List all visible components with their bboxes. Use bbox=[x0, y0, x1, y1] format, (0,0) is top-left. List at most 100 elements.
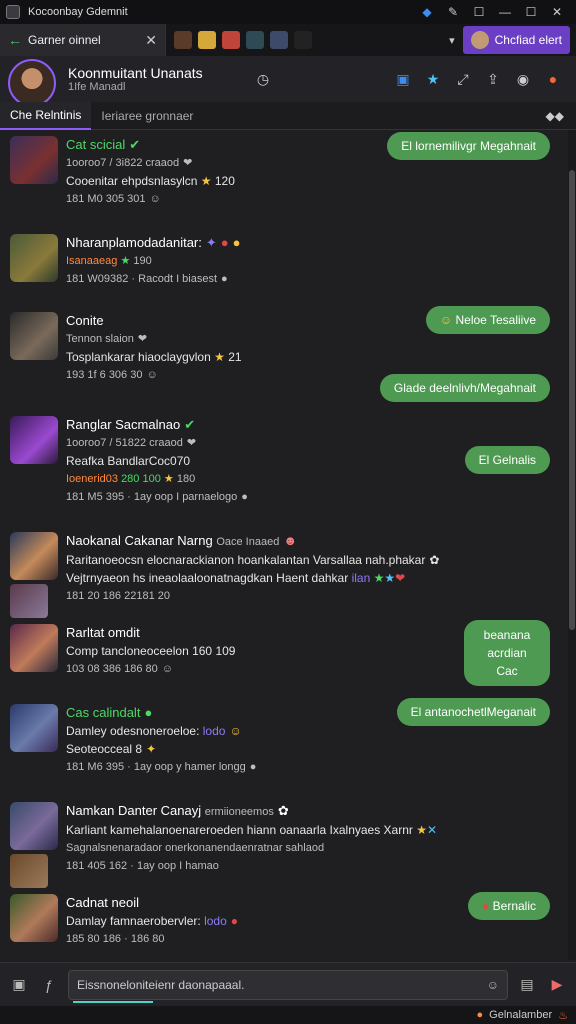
input-focus-underline bbox=[73, 1000, 153, 1003]
header-name: Koonmuitant Unanats bbox=[68, 65, 203, 81]
message-count: 180 bbox=[176, 473, 196, 485]
verified-icon: ● bbox=[144, 705, 153, 720]
emoji-icon: ● bbox=[249, 761, 257, 773]
message-author[interactable]: Cadnat neoil bbox=[66, 895, 139, 910]
star-icon[interactable]: ★ bbox=[418, 64, 448, 94]
avatar[interactable] bbox=[10, 312, 58, 360]
message-text: Seoteocceal 8 bbox=[66, 742, 143, 756]
avatar[interactable] bbox=[10, 416, 58, 464]
message-text: Cooenitar ehpdsnlasylcn bbox=[66, 174, 198, 188]
minimize-button[interactable]: — bbox=[492, 2, 518, 22]
send-icon[interactable]: ▶ bbox=[546, 974, 568, 996]
emoji-icon: ● bbox=[232, 235, 241, 250]
reply-bubble[interactable]: Glade deelnlivh/Megahnait bbox=[379, 374, 550, 402]
message-text: Sagnalsnenaradaor onerkonanendaenratnar … bbox=[66, 842, 325, 854]
tab-groups[interactable]: Ieriaree gronnaer bbox=[91, 102, 203, 130]
star-icon: ★ bbox=[120, 255, 131, 267]
tab-chat-alert[interactable]: Chcfiad elert bbox=[462, 26, 570, 54]
avatar[interactable] bbox=[10, 854, 48, 888]
message-text: Tosplankarar hiaoclaygvlon bbox=[66, 350, 211, 364]
pin-icon[interactable]: ✎ bbox=[440, 2, 466, 22]
image-icon[interactable]: ▣ bbox=[8, 974, 30, 996]
tab-thumbnail[interactable] bbox=[222, 31, 240, 49]
expand-icon[interactable]: ⤢ bbox=[448, 64, 478, 94]
clock-icon[interactable]: ◷ bbox=[248, 64, 278, 94]
gift-icon[interactable]: ▤ bbox=[516, 974, 538, 996]
settings-icon[interactable]: ● bbox=[538, 64, 568, 94]
more-icon[interactable]: ◆◆ bbox=[534, 109, 576, 123]
status-bar: ● Gelnalamber ♨ bbox=[0, 1006, 576, 1024]
reply-bubble[interactable]: ☺ Neloe Tesaliive bbox=[425, 306, 550, 334]
tab-thumbnail[interactable] bbox=[246, 31, 264, 49]
share-icon[interactable]: ⇪ bbox=[478, 64, 508, 94]
sticker-icon: ❤ bbox=[186, 437, 197, 449]
message-author[interactable]: Ranglar Sacmalnao bbox=[66, 417, 180, 432]
reply-bubble[interactable]: El antanochetlMeganait bbox=[396, 698, 550, 726]
message-author[interactable]: Nharanplamodadanitar: bbox=[66, 235, 202, 250]
tab-bar: ← Garner oinnel ✕ ▾ Chcfiad elert bbox=[0, 24, 576, 56]
star-icon: ★ bbox=[373, 571, 385, 585]
tab-thumbnail[interactable] bbox=[174, 31, 192, 49]
emoji-icon: ☻ bbox=[283, 533, 298, 548]
shield-icon[interactable]: ◆ bbox=[414, 2, 440, 22]
avatar[interactable] bbox=[10, 234, 58, 282]
message-author[interactable]: Namkan Danter Canayj bbox=[66, 803, 201, 818]
avatar[interactable] bbox=[8, 59, 56, 107]
scrollbar-thumb[interactable] bbox=[569, 170, 575, 630]
message-count: 280 100 bbox=[121, 473, 161, 485]
tab-thumbnail[interactable] bbox=[198, 31, 216, 49]
message-meta: Tennon slaion bbox=[66, 333, 134, 345]
reply-bubble[interactable]: El lornemilivgr Megahnait bbox=[387, 132, 550, 160]
message-author[interactable]: Naokanal Cakanar Narng bbox=[66, 533, 213, 548]
reply-bubble[interactable]: ● Bernalic bbox=[468, 892, 550, 920]
sticker-icon: ❤ bbox=[137, 333, 148, 345]
message-meta: Oace Inaaed bbox=[216, 536, 280, 548]
record-icon[interactable]: ◉ bbox=[508, 64, 538, 94]
message-text: Karliant kamehalanoenareroeden hiann oan… bbox=[66, 823, 413, 837]
emoji-icon: ☺ bbox=[229, 724, 242, 738]
message-author[interactable]: Cas calindalt bbox=[66, 705, 140, 720]
message-meta: 1ooroo7 / 3i822 craaod bbox=[66, 157, 180, 169]
tab-thumbnail[interactable] bbox=[294, 31, 312, 49]
avatar[interactable] bbox=[10, 704, 58, 752]
close-tab-icon[interactable]: ✕ bbox=[145, 32, 157, 49]
tab-relations[interactable]: Che Relntinis bbox=[0, 101, 92, 130]
avatar[interactable] bbox=[10, 136, 58, 184]
message-author[interactable]: Conite bbox=[66, 313, 104, 328]
avatar[interactable] bbox=[10, 802, 58, 850]
back-arrow-icon[interactable]: ← bbox=[8, 32, 22, 48]
tab-active[interactable]: ← Garner oinnel ✕ bbox=[0, 24, 166, 56]
star-icon: ★ bbox=[416, 823, 428, 837]
message-timestamp: 193 1f 6 306 30 bbox=[66, 369, 143, 381]
emoji-icon: ✿ bbox=[429, 553, 440, 567]
message-input-placeholder: Eissnoneloniteienr daonapaaal. bbox=[77, 977, 245, 992]
maximize-button[interactable]: ☐ bbox=[518, 2, 544, 22]
emoji-picker-icon[interactable]: ☺ bbox=[487, 978, 499, 992]
reply-bubble[interactable]: beanana acrdian Cac bbox=[464, 620, 550, 686]
scrollbar[interactable] bbox=[568, 130, 576, 960]
avatar[interactable] bbox=[10, 584, 48, 618]
tab-thumbnail[interactable] bbox=[270, 31, 288, 49]
message-feed[interactable]: Cat scicial ✔ 1ooroo7 / 3i822 craaod ❤ Coo… bbox=[0, 130, 568, 960]
composer: ▣ ƒ Eissnoneloniteienr daonapaaal. ☺ ▤ ▶ bbox=[0, 962, 576, 1006]
reply-bubble-text: Bernalic bbox=[492, 899, 536, 913]
message-input[interactable]: Eissnoneloniteienr daonapaaal. ☺ bbox=[68, 969, 508, 1003]
sticker-icon: ❤ bbox=[183, 157, 193, 169]
square-icon[interactable]: ▣ bbox=[388, 64, 418, 94]
close-window-button[interactable]: ✕ bbox=[544, 2, 570, 22]
avatar[interactable] bbox=[10, 532, 58, 580]
message-tag: ilan bbox=[351, 571, 371, 585]
message-author[interactable]: Rarltat omdit bbox=[66, 625, 140, 640]
message-author[interactable]: Cat scicial bbox=[66, 137, 125, 152]
message-timestamp: 181 M0 305 301 bbox=[66, 193, 146, 205]
message-text: Damley odesnoneroeloe: bbox=[66, 724, 200, 738]
reply-bubble[interactable]: El Gelnalis bbox=[464, 446, 550, 474]
attach-icon[interactable]: ƒ bbox=[38, 974, 60, 996]
flame-icon: ♨ bbox=[558, 1009, 568, 1022]
message-timestamp: 181 M6 395 · 1ay oop y hamer longg bbox=[66, 761, 246, 773]
message-tag: lodo bbox=[202, 724, 226, 738]
avatar[interactable] bbox=[10, 894, 58, 942]
chevron-down-icon[interactable]: ▾ bbox=[449, 34, 455, 47]
notification-icon[interactable]: ☐ bbox=[466, 2, 492, 22]
avatar[interactable] bbox=[10, 624, 58, 672]
